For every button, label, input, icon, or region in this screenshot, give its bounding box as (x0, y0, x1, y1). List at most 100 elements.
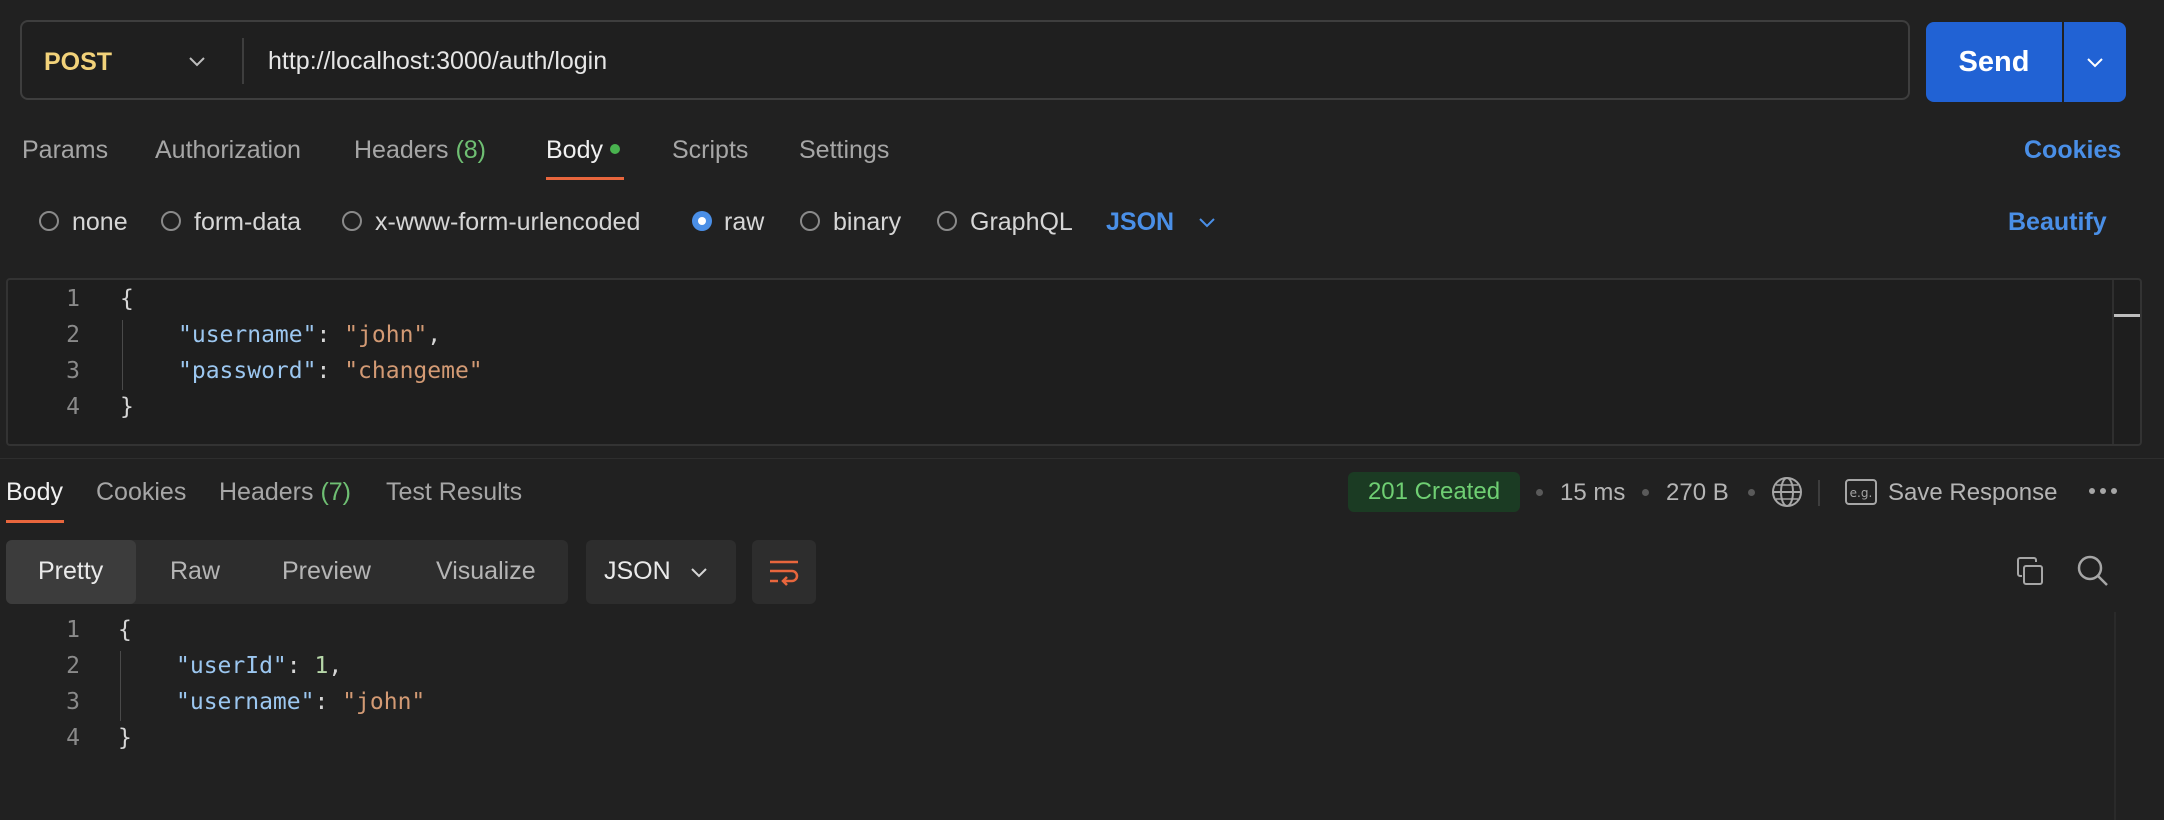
response-tab-test-results[interactable]: Test Results (386, 478, 522, 507)
status-badge[interactable]: 201 Created (1348, 472, 1520, 512)
radio-graphql[interactable] (937, 211, 957, 231)
radio-urlencoded[interactable] (342, 211, 362, 231)
radio-label-graphql[interactable]: GraphQL (970, 208, 1073, 237)
pane-separator[interactable] (0, 458, 2164, 459)
radio-label-form-data[interactable]: form-data (194, 208, 301, 237)
radio-label-binary[interactable]: binary (833, 208, 901, 237)
tab-label: Body (546, 136, 603, 164)
headers-count: (8) (455, 136, 487, 164)
wrap-lines-button[interactable] (752, 540, 816, 604)
send-button[interactable]: Send (1926, 22, 2062, 102)
line-number: 1 (66, 617, 80, 643)
wrap-lines-icon (770, 560, 799, 586)
url-input[interactable]: http://localhost:3000/auth/login (268, 47, 607, 76)
tab-scripts[interactable]: Scripts (672, 136, 748, 165)
radio-label-none[interactable]: none (72, 208, 128, 237)
raw-format-select[interactable]: JSON (1106, 208, 1174, 237)
cookies-link[interactable]: Cookies (2024, 136, 2121, 165)
json-key: "username" (176, 689, 315, 715)
tab-label: Test Results (386, 478, 523, 506)
tab-body[interactable]: Body (546, 136, 620, 165)
beautify-button[interactable]: Beautify (2008, 208, 2107, 237)
response-tab-cookies[interactable]: Cookies (96, 478, 186, 507)
editor-scrollbar-track[interactable] (2112, 280, 2114, 444)
editor-scroll-marker (2114, 314, 2140, 317)
method-selector[interactable]: POST (44, 48, 112, 77)
json-trail: , (328, 653, 343, 679)
response-tab-headers[interactable]: Headers (7) (219, 478, 351, 507)
line-number: 1 (66, 286, 80, 312)
response-format-label: JSON (604, 557, 671, 585)
active-tab-underline (6, 520, 64, 523)
json-key: "username" (178, 322, 317, 348)
tab-label: Headers (219, 478, 314, 506)
tab-label: Params (22, 136, 109, 164)
meta-separator (1748, 489, 1755, 496)
tab-label: Body (6, 478, 63, 506)
code-open-brace: { (118, 617, 132, 643)
response-size[interactable]: 270 B (1666, 479, 1729, 507)
code-line: "userId": 1, (176, 653, 343, 679)
response-scrollbar[interactable] (2114, 612, 2116, 820)
tab-settings[interactable]: Settings (799, 136, 889, 165)
tab-params[interactable]: Params (22, 136, 108, 165)
radio-label-raw[interactable]: raw (724, 208, 764, 237)
view-preview[interactable]: Preview (282, 557, 371, 586)
search-icon[interactable] (2076, 554, 2110, 588)
tab-label: Headers (354, 136, 449, 164)
json-key: "userId" (176, 653, 287, 679)
line-number: 4 (66, 394, 80, 420)
json-trail: , (427, 322, 442, 348)
copy-icon[interactable] (2014, 556, 2046, 588)
code-open-brace: { (120, 286, 134, 312)
response-time[interactable]: 15 ms (1560, 479, 1625, 507)
line-number: 2 (66, 653, 80, 679)
json-value: "changeme" (344, 358, 483, 384)
chevron-down-icon (2087, 58, 2103, 68)
send-options-button[interactable] (2064, 22, 2126, 102)
headers-count: (7) (320, 478, 352, 506)
line-number: 3 (66, 358, 80, 384)
meta-divider (1818, 480, 1820, 506)
tab-label: Settings (799, 136, 890, 164)
meta-separator (1642, 489, 1649, 496)
tab-label: Scripts (672, 136, 749, 164)
tab-label: Cookies (96, 478, 187, 506)
svg-text:e.g.: e.g. (1850, 486, 1873, 500)
code-line: "username": "john", (178, 322, 442, 348)
meta-separator (1536, 489, 1543, 496)
view-visualize[interactable]: Visualize (436, 557, 536, 586)
chevron-down-icon[interactable] (1196, 211, 1218, 233)
response-tab-body[interactable]: Body (6, 478, 63, 507)
radio-binary[interactable] (800, 211, 820, 231)
json-value: "john" (344, 322, 428, 348)
more-options-icon[interactable] (2088, 485, 2118, 497)
radio-none[interactable] (39, 211, 59, 231)
tab-headers[interactable]: Headers (8) (354, 136, 486, 165)
code-close-brace: } (118, 725, 132, 751)
globe-icon[interactable] (1770, 475, 1804, 509)
line-number: 2 (66, 322, 80, 348)
modified-dot (609, 144, 620, 154)
code-close-brace: } (120, 394, 134, 420)
radio-raw[interactable] (692, 211, 712, 231)
json-key: "password" (178, 358, 317, 384)
tab-label: Authorization (155, 136, 301, 164)
example-icon[interactable]: e.g. (1844, 478, 1878, 506)
line-number: 3 (66, 689, 80, 715)
chevron-down-icon[interactable] (186, 50, 208, 72)
radio-label-urlencoded[interactable]: x-www-form-urlencoded (375, 208, 640, 237)
view-raw[interactable]: Raw (170, 557, 220, 586)
url-divider (242, 38, 244, 84)
indent-guide (120, 651, 121, 721)
tab-authorization[interactable]: Authorization (155, 136, 301, 165)
chevron-down-icon (691, 568, 707, 578)
json-value: 1 (314, 653, 329, 679)
json-value: "john" (342, 689, 426, 715)
save-response-button[interactable]: Save Response (1888, 479, 2057, 507)
indent-guide (122, 320, 123, 390)
code-line: "username": "john" (176, 689, 426, 715)
radio-form-data[interactable] (161, 211, 181, 231)
line-number: 4 (66, 725, 80, 751)
view-pretty[interactable]: Pretty (38, 557, 103, 586)
